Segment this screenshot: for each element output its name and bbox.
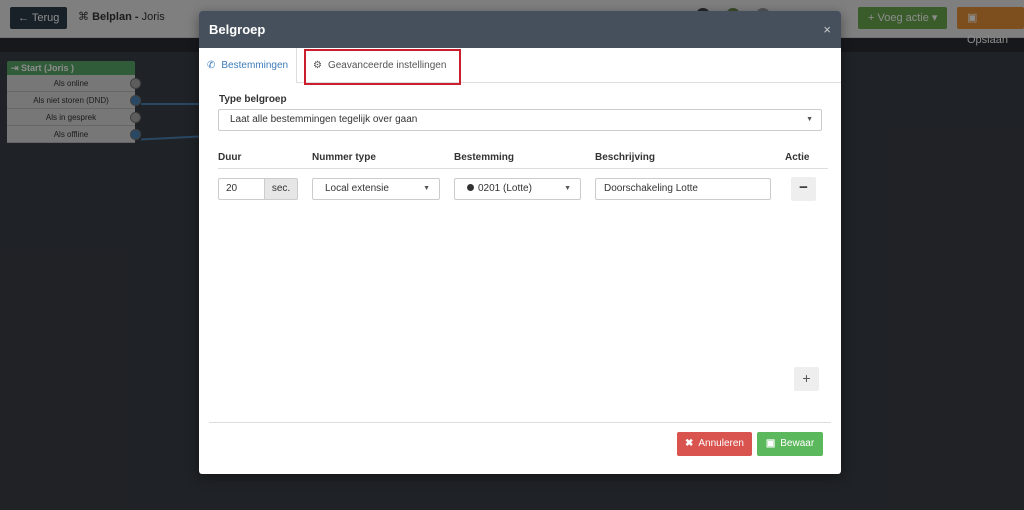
destination-value: 0201 (Lotte): [478, 183, 532, 194]
caret-down-icon: ▼: [423, 185, 430, 192]
destination-select[interactable]: 0201 (Lotte) ▼: [454, 178, 581, 200]
tab-destinations[interactable]: ✆ Bestemmingen: [199, 48, 298, 84]
add-row-button[interactable]: +: [794, 367, 819, 391]
modal-title: Belgroep: [209, 22, 266, 37]
cancel-button[interactable]: ✖ Annuleren: [677, 432, 752, 456]
call-group-modal: Belgroep × ✆ Bestemmingen ⚙ Geavanceerde i…: [199, 11, 841, 474]
column-header-destination: Bestemming: [454, 152, 515, 163]
status-dot-icon: [467, 183, 474, 191]
close-icon: ✖: [685, 438, 694, 449]
cancel-label: Annuleren: [698, 438, 744, 449]
column-header-action: Actie: [785, 152, 810, 163]
remove-row-button[interactable]: −: [791, 177, 816, 201]
caret-down-icon: ▼: [564, 185, 571, 192]
save-button[interactable]: ▣ Bewaar: [757, 432, 823, 456]
minus-icon: −: [799, 179, 808, 196]
duration-input[interactable]: 20: [218, 178, 264, 200]
phone-icon: ✆: [207, 60, 216, 71]
call-group-type-value: Laat alle bestemmingen tegelijk over gaa…: [230, 114, 418, 125]
column-header-description: Beschrijving: [595, 152, 656, 163]
header-divider: [218, 168, 828, 169]
duration-unit: sec.: [264, 178, 298, 200]
call-group-type-label: Type belgroep: [219, 94, 287, 105]
highlight-box: [304, 49, 461, 85]
tab-label: Bestemmingen: [221, 60, 289, 71]
number-type-value: Local extensie: [325, 183, 389, 194]
description-input[interactable]: Doorschakeling Lotte: [595, 178, 771, 200]
tab-bar: ✆ Bestemmingen ⚙ Geavanceerde instellingen: [199, 48, 841, 84]
caret-down-icon: ▼: [806, 116, 813, 123]
modal-header: Belgroep ×: [199, 11, 841, 48]
number-type-select[interactable]: Local extensie ▼: [312, 178, 440, 200]
footer-divider: [209, 422, 831, 423]
column-header-number-type: Nummer type: [312, 152, 376, 163]
column-header-duration: Duur: [218, 152, 242, 163]
close-icon[interactable]: ×: [823, 22, 831, 37]
floppy-icon: ▣: [765, 438, 776, 449]
plus-icon: +: [802, 370, 811, 386]
save-label: Bewaar: [780, 438, 815, 449]
call-group-type-select[interactable]: Laat alle bestemmingen tegelijk over gaa…: [218, 109, 822, 131]
